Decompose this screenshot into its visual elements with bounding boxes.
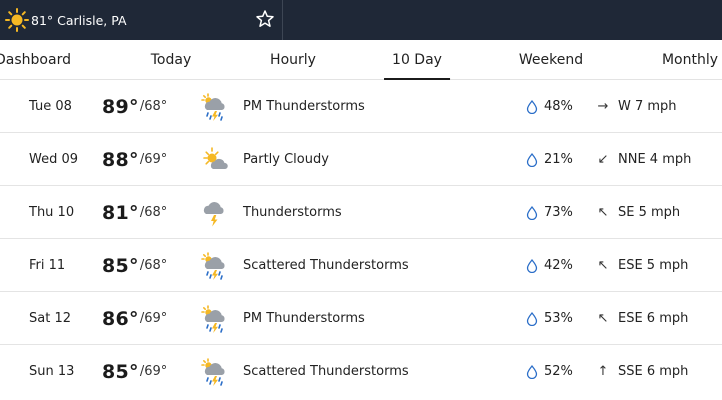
low-temp: /69° [139,364,168,379]
day-label: Fri 11 [29,258,66,273]
tab-dashboard[interactable]: Dashboard [0,40,71,80]
wind-label: SSE 6 mph [618,364,689,379]
day-label: Tue 08 [29,99,72,114]
rain-thunder-icon [199,92,229,122]
forecast-row[interactable]: Sun 13 85°/69° Scattered Thunderstorms 5… [0,345,722,398]
sun-icon [5,8,29,32]
precip-chance: 52% [544,364,573,379]
low-temp: /69° [139,311,168,326]
tab-bar: Dashboard Today Hourly 10 Day Weekend Mo… [0,40,722,80]
wind-direction-icon: ↖ [597,311,609,326]
location-button[interactable]: 81° Carlisle, PA [4,0,283,40]
low-temp: /68° [139,258,168,273]
wind-direction-icon: ↙ [597,152,609,167]
condition-label: Thunderstorms [243,205,342,220]
daily-forecast-list: Tue 08 89°/68° PM Thunderstorms 48% → W 7… [0,80,722,398]
rain-thunder-icon [199,304,229,334]
high-temp: 81° [102,201,139,224]
high-temp: 88° [102,148,139,171]
condition-label: Scattered Thunderstorms [243,364,409,379]
wind-label: ESE 6 mph [618,311,689,326]
wind-label: ESE 5 mph [618,258,689,273]
forecast-row[interactable]: Fri 11 85°/68° Scattered Thunderstorms 4… [0,239,722,292]
high-temp: 89° [102,95,139,118]
condition-label: Scattered Thunderstorms [243,258,409,273]
temperature: 89°/68° [102,80,167,133]
rain-thunder-icon [199,357,229,387]
temperature: 88°/69° [102,133,167,186]
temperature: 81°/68° [102,186,167,239]
temperature: 85°/69° [102,345,167,398]
forecast-row[interactable]: Tue 08 89°/68° PM Thunderstorms 48% → W 7… [0,80,722,133]
star-icon[interactable] [255,9,275,29]
low-temp: /69° [139,152,168,167]
precip-chance: 21% [544,152,573,167]
forecast-row[interactable]: Thu 10 81°/68° Thunderstorms 73% ↖ SE 5 m… [0,186,722,239]
high-temp: 85° [102,254,139,277]
temperature: 85°/68° [102,239,167,292]
condition-label: PM Thunderstorms [243,99,365,114]
precip-chance: 53% [544,311,573,326]
high-temp: 85° [102,360,139,383]
wind-direction-icon: ↖ [597,205,609,220]
tab-weekend[interactable]: Weekend [519,40,583,80]
wind-label: W 7 mph [618,99,677,114]
wind-direction-icon: ↖ [597,258,609,273]
precip-chance: 73% [544,205,573,220]
wind-direction-icon: ↑ [597,364,609,379]
partly-cloudy-icon [199,145,229,175]
wind-label: SE 5 mph [618,205,681,220]
raindrop-icon [526,100,538,114]
day-label: Wed 09 [29,152,79,167]
condition-label: PM Thunderstorms [243,311,365,326]
top-bar: 81° Carlisle, PA [0,0,722,40]
temperature: 86°/69° [102,292,167,345]
raindrop-icon [526,206,538,220]
tab-monthly[interactable]: Monthly [662,40,718,80]
precip-chance: 48% [544,99,573,114]
rain-thunder-icon [199,251,229,281]
raindrop-icon [526,365,538,379]
location-label: 81° Carlisle, PA [31,12,127,28]
wind-direction-icon: → [597,99,609,114]
day-label: Thu 10 [29,205,75,220]
condition-label: Partly Cloudy [243,152,329,167]
thunderstorm-icon [199,198,229,228]
wind-label: NNE 4 mph [618,152,692,167]
raindrop-icon [526,312,538,326]
precip-chance: 42% [544,258,573,273]
day-label: Sat 12 [29,311,71,326]
raindrop-icon [526,259,538,273]
tab-today[interactable]: Today [151,40,192,80]
low-temp: /68° [139,99,168,114]
forecast-row[interactable]: Wed 09 88°/69° Partly Cloudy 21% ↙ NNE 4 … [0,133,722,186]
low-temp: /68° [139,205,168,220]
forecast-row[interactable]: Sat 12 86°/69° PM Thunderstorms 53% ↖ ESE… [0,292,722,345]
tab-hourly[interactable]: Hourly [270,40,316,80]
raindrop-icon [526,153,538,167]
tab-10-day[interactable]: 10 Day [384,40,450,80]
day-label: Sun 13 [29,364,75,379]
high-temp: 86° [102,307,139,330]
